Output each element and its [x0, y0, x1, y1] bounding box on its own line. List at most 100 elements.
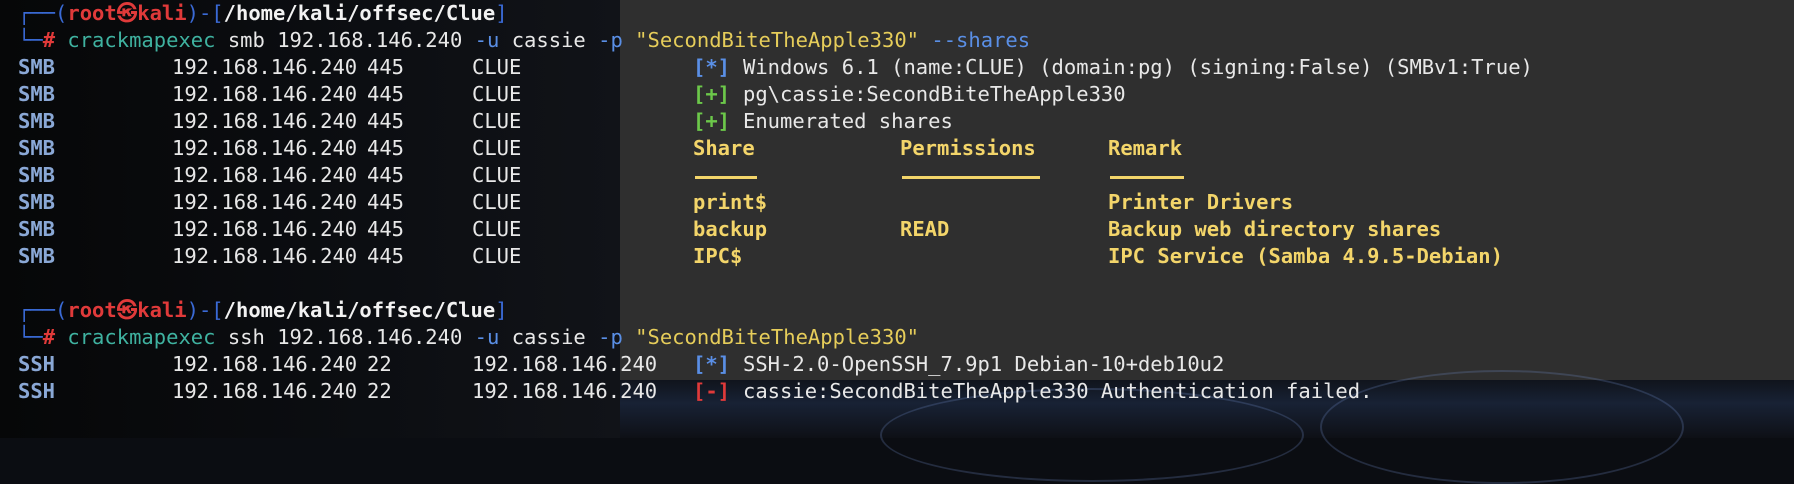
command-flag-p: -p: [598, 325, 623, 349]
share-share: backup: [693, 217, 768, 241]
status-message: Windows 6.1 (name:CLUE) (domain:pg) (sig…: [743, 55, 1533, 79]
target-name: CLUE: [472, 163, 522, 187]
prompt-hash: #: [42, 325, 56, 349]
prompt-path: /home/kali/offsec/Clue: [223, 298, 496, 322]
target-port: 22: [367, 379, 392, 403]
share-remark: IPC Service (Samba 4.9.5-Debian): [1108, 244, 1503, 268]
output-row: SSH 192.168.146.240 22 192.168.146.240 [*] SS…: [0, 351, 1794, 378]
prompt-hash: #: [42, 28, 56, 52]
command-user: cassie: [511, 325, 586, 349]
target-port: 445: [367, 136, 405, 160]
target-name: CLUE: [472, 190, 522, 214]
target-ip: 192.168.146.240: [172, 217, 358, 241]
command-args: smb 192.168.146.240: [227, 28, 463, 52]
status-tag: [+]: [693, 82, 731, 106]
protocol-label: SSH: [18, 379, 56, 403]
prompt-user: root: [67, 1, 117, 25]
prompt-host: kali: [137, 298, 187, 322]
status-tag: [*]: [693, 352, 731, 376]
command-args: ssh 192.168.146.240: [227, 325, 463, 349]
target-name: CLUE: [472, 82, 522, 106]
target-port: 445: [367, 163, 405, 187]
command-line-1: └─# crackmapexec smb 192.168.146.240 -u …: [18, 28, 1031, 52]
status-message: SSH-2.0-OpenSSH_7.9p1 Debian-10+deb10u2: [743, 352, 1225, 376]
table-header-share: Share: [693, 136, 755, 160]
table-header-underline: [902, 176, 1040, 179]
share-perm: READ: [900, 217, 950, 241]
output-row: SMB 192.168.146.240 445 CLUE: [0, 135, 1794, 162]
protocol-label: SMB: [18, 136, 56, 160]
target-ip: 192.168.146.240: [172, 190, 358, 214]
command-user: cassie: [511, 28, 586, 52]
protocol-label: SMB: [18, 190, 56, 214]
status-message: cassie:SecondBiteTheApple330 Authenticat…: [743, 379, 1373, 403]
prompt-host: kali: [137, 1, 187, 25]
share-remark: Backup web directory shares: [1108, 217, 1442, 241]
target-ip: 192.168.146.240: [172, 379, 358, 403]
output-row: SSH 192.168.146.240 22 192.168.146.240 [-] ca…: [0, 378, 1794, 405]
target-port: 445: [367, 109, 405, 133]
target-port: 445: [367, 217, 405, 241]
output-row: SMB 192.168.146.240 445 CLUE: [0, 216, 1794, 243]
status-tag: [+]: [693, 109, 731, 133]
target-ip: 192.168.146.240: [172, 136, 358, 160]
table-header-underline: [695, 176, 757, 179]
target-name: CLUE: [472, 217, 522, 241]
target-port: 22: [367, 352, 392, 376]
target-port: 445: [367, 55, 405, 79]
protocol-label: SMB: [18, 109, 56, 133]
protocol-label: SMB: [18, 82, 56, 106]
table-header-remark: Remark: [1108, 136, 1183, 160]
status-tag: [-]: [693, 379, 731, 403]
table-header-permissions: Permissions: [900, 136, 1036, 160]
target-ip: 192.168.146.240: [172, 82, 358, 106]
terminal-window[interactable]: ┌──(root㉿kali)-[/home/kali/offsec/Clue] …: [0, 0, 1794, 438]
protocol-label: SMB: [18, 217, 56, 241]
status-message: Enumerated shares: [743, 109, 953, 133]
status-tag: [*]: [693, 55, 731, 79]
command-line-2: └─# crackmapexec ssh 192.168.146.240 -u …: [18, 325, 920, 349]
prompt-path: /home/kali/offsec/Clue: [223, 1, 496, 25]
output-row: SMB 192.168.146.240 445 CLUE [+] Enumerated s…: [0, 108, 1794, 135]
target-ip: 192.168.146.240: [172, 109, 358, 133]
command-flag-p: -p: [598, 28, 623, 52]
output-row: SMB 192.168.146.240 445 CLUE: [0, 243, 1794, 270]
command-flag-u: -u: [474, 28, 500, 52]
target-ip: 192.168.146.240: [172, 244, 358, 268]
prompt-line-2: ┌──(root㉿kali)-[/home/kali/offsec/Clue]: [18, 298, 508, 322]
output-row: SMB 192.168.146.240 445 CLUE [+] pg\cassie:Se…: [0, 81, 1794, 108]
command-shares-flag: --shares: [931, 28, 1031, 52]
command-password: "SecondBiteTheApple330": [635, 28, 920, 52]
prompt-line-1: ┌──(root㉿kali)-[/home/kali/offsec/Clue]: [18, 1, 508, 25]
target-name: 192.168.146.240: [472, 379, 658, 403]
command-password: "SecondBiteTheApple330": [635, 325, 920, 349]
command-binary: crackmapexec: [67, 28, 216, 52]
target-port: 445: [367, 190, 405, 214]
target-name: CLUE: [472, 55, 522, 79]
target-name: CLUE: [472, 136, 522, 160]
target-port: 445: [367, 82, 405, 106]
protocol-label: SSH: [18, 352, 56, 376]
protocol-label: SMB: [18, 163, 56, 187]
target-ip: 192.168.146.240: [172, 163, 358, 187]
prompt-separator-icon: ㉿: [116, 298, 138, 322]
target-ip: 192.168.146.240: [172, 352, 358, 376]
command-binary: crackmapexec: [67, 325, 216, 349]
share-remark: Printer Drivers: [1108, 190, 1294, 214]
command-flag-u: -u: [474, 325, 500, 349]
table-header-underline: [1110, 176, 1184, 179]
target-name: CLUE: [472, 244, 522, 268]
prompt-user: root: [67, 298, 117, 322]
target-port: 445: [367, 244, 405, 268]
protocol-label: SMB: [18, 55, 56, 79]
prompt-separator-icon: ㉿: [116, 1, 138, 25]
status-message: pg\cassie:SecondBiteTheApple330: [743, 82, 1126, 106]
share-share: IPC$: [693, 244, 743, 268]
protocol-label: SMB: [18, 244, 56, 268]
output-row: SMB 192.168.146.240 445 CLUE: [0, 189, 1794, 216]
output-row: SMB 192.168.146.240 445 CLUE [*] Windows 6.1 …: [0, 54, 1794, 81]
share-share: print$: [693, 190, 768, 214]
target-name: 192.168.146.240: [472, 352, 658, 376]
output-row: SMB 192.168.146.240 445 CLUE: [0, 162, 1794, 189]
target-ip: 192.168.146.240: [172, 55, 358, 79]
